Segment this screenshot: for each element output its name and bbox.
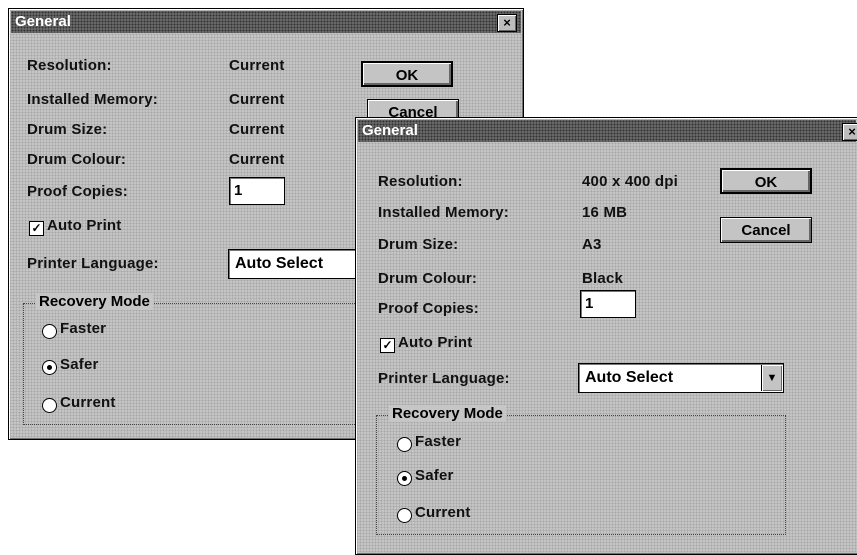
printer-language-label: Printer Language:	[378, 370, 510, 387]
radio-faster-label: Faster	[60, 320, 107, 337]
drum-colour-value: Black	[582, 270, 624, 287]
recovery-mode-title: Recovery Mode	[36, 293, 153, 310]
cancel-button[interactable]: Cancel	[720, 217, 812, 243]
radio-safer-label: Safer	[415, 467, 454, 484]
radio-faster-label: Faster	[415, 433, 462, 450]
radio-faster[interactable]	[397, 437, 412, 452]
auto-print-label: Auto Print	[398, 334, 473, 351]
printer-language-select[interactable]: Auto Select ▼	[578, 363, 784, 393]
drum-colour-label: Drum Colour:	[378, 270, 478, 287]
memory-value: Current	[229, 91, 285, 108]
memory-value: 16 MB	[582, 204, 628, 221]
drum-size-label: Drum Size:	[27, 121, 108, 138]
proof-copies-input[interactable]: 1	[229, 177, 285, 205]
dialog-title: General	[362, 122, 418, 139]
radio-current-label: Current	[415, 504, 471, 521]
printer-language-label: Printer Language:	[27, 255, 159, 272]
close-icon[interactable]: ×	[842, 123, 857, 141]
radio-safer[interactable]	[397, 471, 412, 486]
auto-print-checkbox[interactable]: ✓	[380, 338, 395, 353]
recovery-mode-group: Recovery Mode Faster Safer Current	[376, 405, 786, 535]
proof-copies-label: Proof Copies:	[378, 300, 479, 317]
auto-print-label: Auto Print	[47, 217, 122, 234]
memory-label: Installed Memory:	[378, 204, 509, 221]
chevron-down-icon[interactable]: ▼	[761, 365, 782, 391]
ok-button[interactable]: OK	[720, 168, 812, 194]
resolution-value: 400 x 400 dpi	[582, 173, 678, 190]
title-bar[interactable]: General ×	[358, 120, 857, 142]
proof-copies-input[interactable]: 1	[580, 290, 636, 318]
auto-print-checkbox[interactable]: ✓	[29, 221, 44, 236]
radio-current-label: Current	[60, 394, 116, 411]
proof-copies-label: Proof Copies:	[27, 183, 128, 200]
dialog-title: General	[15, 13, 71, 30]
ok-button[interactable]: OK	[361, 61, 453, 87]
resolution-label: Resolution:	[27, 57, 112, 74]
drum-colour-value: Current	[229, 151, 285, 168]
resolution-value: Current	[229, 57, 285, 74]
drum-colour-label: Drum Colour:	[27, 151, 127, 168]
drum-size-label: Drum Size:	[378, 236, 459, 253]
memory-label: Installed Memory:	[27, 91, 158, 108]
resolution-label: Resolution:	[378, 173, 463, 190]
radio-current[interactable]	[397, 508, 412, 523]
radio-current[interactable]	[42, 398, 57, 413]
radio-safer-label: Safer	[60, 356, 99, 373]
radio-safer[interactable]	[42, 360, 57, 375]
drum-size-value: A3	[582, 236, 602, 253]
recovery-mode-title: Recovery Mode	[389, 405, 506, 422]
radio-faster[interactable]	[42, 324, 57, 339]
title-bar[interactable]: General ×	[11, 11, 521, 33]
printer-language-value: Auto Select	[235, 255, 324, 272]
general-dialog-front: General × Resolution: 400 x 400 dpi Inst…	[355, 117, 857, 555]
drum-size-value: Current	[229, 121, 285, 138]
printer-language-value: Auto Select	[585, 369, 674, 386]
close-icon[interactable]: ×	[497, 14, 517, 32]
